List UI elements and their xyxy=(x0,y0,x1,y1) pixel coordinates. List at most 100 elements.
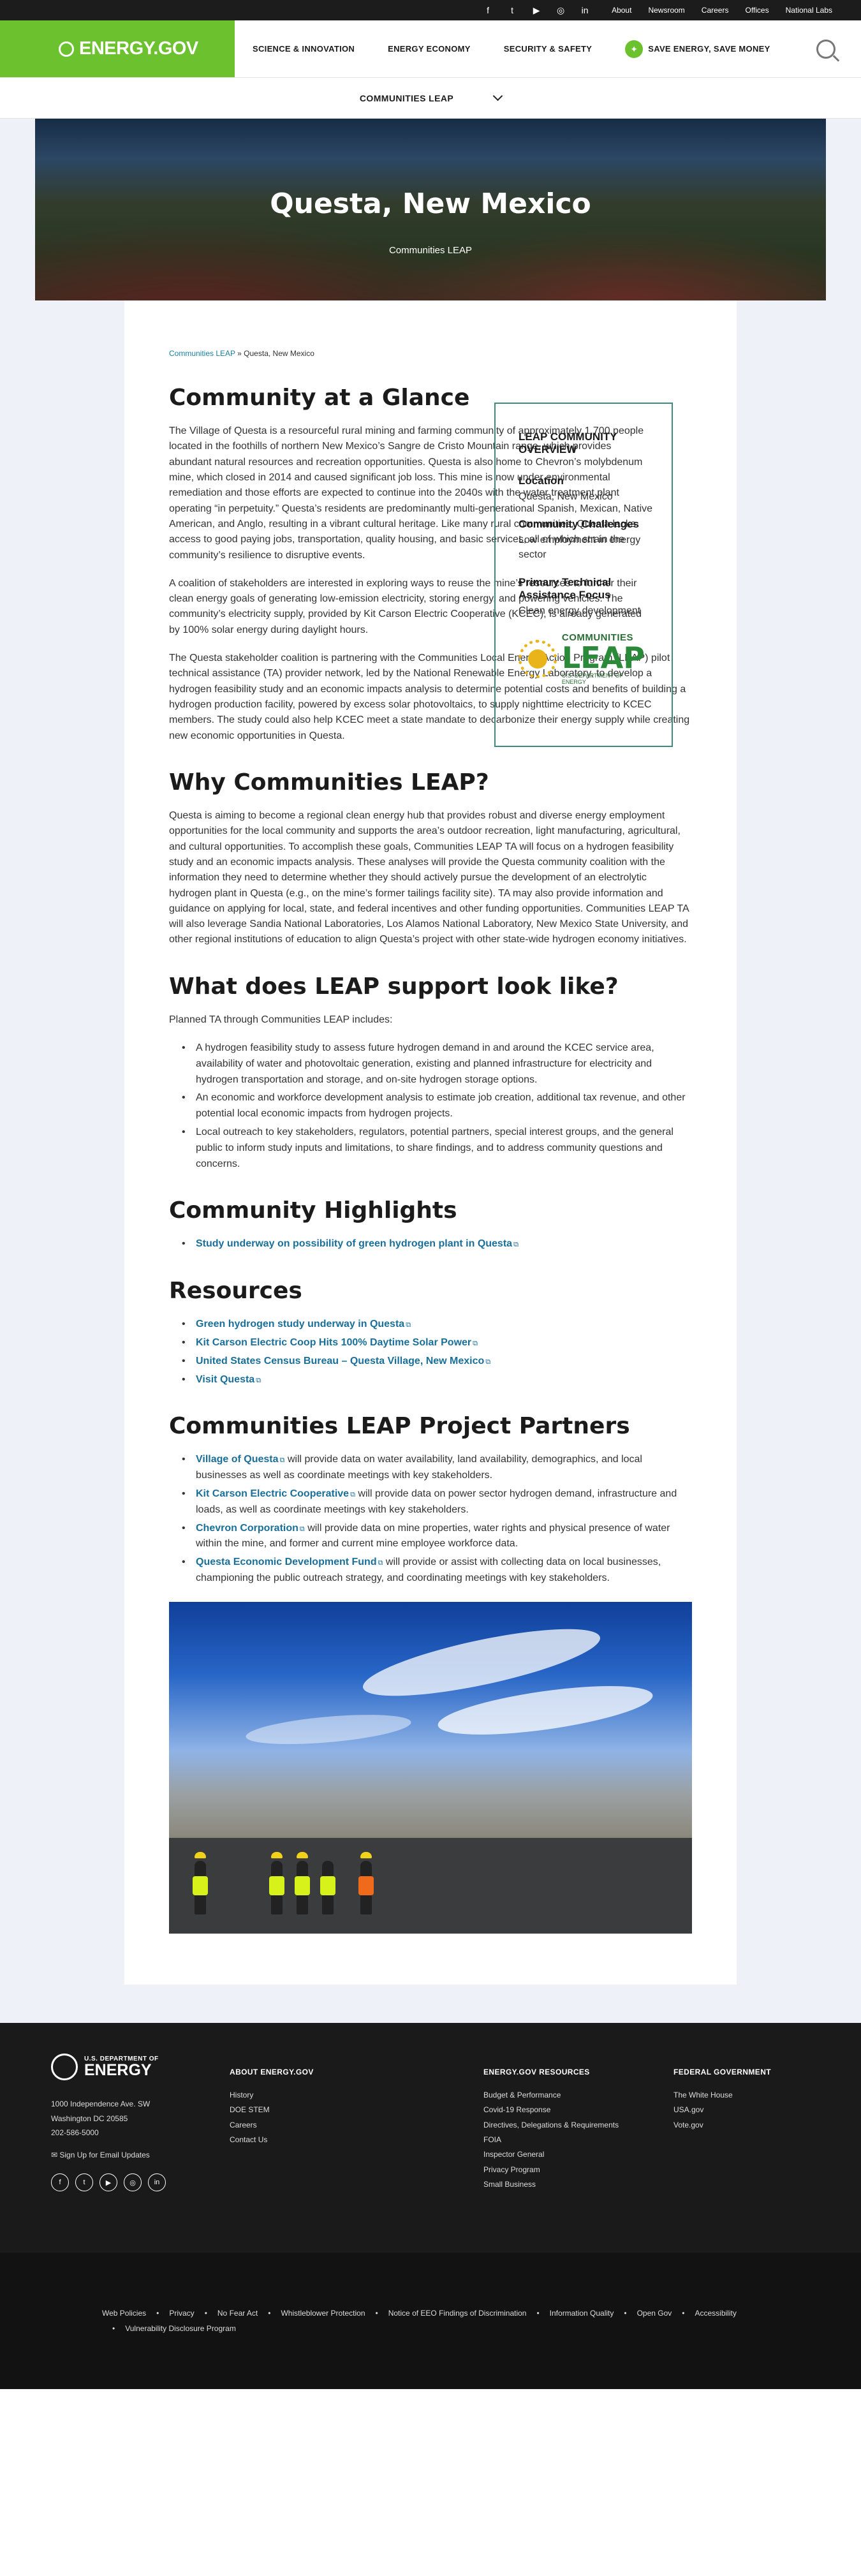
breadcrumb: Communities LEAP » Questa, New Mexico xyxy=(169,349,692,358)
save-energy-label: SAVE ENERGY, SAVE MONEY xyxy=(648,44,770,54)
footer-social-links: f t ▶ ◎ in xyxy=(51,2173,230,2192)
footer-bottom-link[interactable]: Information Quality xyxy=(550,2309,614,2318)
content-outer: Communities LEAP » Questa, New Mexico LE… xyxy=(0,300,861,2023)
footer-about-heading: ABOUT ENERGY.GOV xyxy=(230,2067,314,2076)
footer-link[interactable]: DOE STEM xyxy=(230,2105,483,2114)
list-item: Study underway on possibility of green h… xyxy=(182,1236,692,1252)
partner-link[interactable]: Kit Carson Electric Cooperative xyxy=(196,1488,349,1499)
hard-hat xyxy=(360,1851,372,1858)
nav-energy-economy[interactable]: ENERGY ECONOMY xyxy=(388,44,471,54)
youtube-icon[interactable]: ▶ xyxy=(531,5,541,16)
footer-link[interactable]: Directives, Delegations & Requirements xyxy=(483,2121,673,2129)
focus-value: Clean energy development xyxy=(519,605,641,616)
sub-nav[interactable]: COMMUNITIES LEAP xyxy=(0,78,861,119)
safety-vest xyxy=(295,1876,310,1895)
instagram-icon[interactable]: ◎ xyxy=(556,5,566,16)
util-link-national-labs[interactable]: National Labs xyxy=(786,6,832,15)
footer-link[interactable]: Small Business xyxy=(483,2180,673,2189)
address-line: Washington DC 20585 xyxy=(51,2113,128,2123)
list-item: Questa Economic Development Fund⧉ will p… xyxy=(182,1555,692,1587)
instagram-icon[interactable]: ◎ xyxy=(124,2173,142,2192)
social-links: f t ▶ ◎ in xyxy=(483,5,590,16)
linkedin-icon[interactable]: in xyxy=(580,5,590,16)
footer-bottom-link[interactable]: No Fear Act xyxy=(217,2309,258,2318)
resources-title: Resources xyxy=(169,1278,302,1305)
main-nav: SCIENCE & INNOVATION ENERGY ECONOMY SECU… xyxy=(235,20,861,77)
footer-bottom-link[interactable]: Web Policies xyxy=(102,2309,146,2318)
partner-link[interactable]: Village of Questa xyxy=(196,1454,279,1465)
youtube-icon[interactable]: ▶ xyxy=(99,2173,117,2192)
list-item: A hydrogen feasibility study to assess f… xyxy=(182,1040,692,1088)
footer-link[interactable]: Covid-19 Response xyxy=(483,2105,673,2114)
leap-logo-line3: U.S. DEPARTMENT OF ENERGY xyxy=(561,672,623,686)
linkedin-icon[interactable]: in xyxy=(148,2173,166,2192)
site-logo[interactable]: ENERGY.GOV xyxy=(0,20,235,77)
footer-link[interactable]: History xyxy=(230,2091,483,2099)
partners-title: Communities LEAP Project Partners xyxy=(169,1413,630,1440)
footer-link[interactable]: Vote.gov xyxy=(673,2121,801,2129)
breadcrumb-link[interactable]: Communities LEAP xyxy=(169,349,235,358)
footer-bottom-link[interactable]: Privacy xyxy=(169,2309,194,2318)
external-link-icon: ⧉ xyxy=(473,1340,478,1348)
logo-text: ENERGY.GOV xyxy=(79,38,198,59)
phone-number: 202-586-5000 xyxy=(51,2128,99,2138)
footer-bottom-link[interactable]: Open Gov xyxy=(637,2309,672,2318)
footer-link[interactable]: Inspector General xyxy=(483,2150,673,2159)
footer-brand-column: U.S. DEPARTMENT OF ENERGY 1000 Independe… xyxy=(51,2053,230,2227)
cloud-shape xyxy=(244,1709,413,1750)
nav-security-safety[interactable]: SECURITY & SAFETY xyxy=(504,44,592,54)
footer-bottom-link[interactable]: Whistleblower Protection xyxy=(281,2309,365,2318)
resource-link-hydrogen-study[interactable]: Green hydrogen study underway in Questa xyxy=(196,1319,404,1329)
safety-vest xyxy=(193,1876,208,1895)
facebook-icon[interactable]: f xyxy=(483,5,493,16)
resource-link-census[interactable]: United States Census Bureau – Questa Vil… xyxy=(196,1356,484,1366)
chevron-down-icon[interactable] xyxy=(492,91,503,101)
glance-section-wide: The Questa stakeholder coalition is part… xyxy=(169,651,692,1934)
twitter-icon[interactable]: t xyxy=(75,2173,93,2192)
footer-bottom-link[interactable]: Vulnerability Disclosure Program xyxy=(125,2324,236,2333)
util-link-careers[interactable]: Careers xyxy=(702,6,729,15)
list-item: Kit Carson Electric Cooperative⧉ will pr… xyxy=(182,1486,692,1518)
list-item: An economic and workforce development an… xyxy=(182,1090,692,1122)
list-item: Green hydrogen study underway in Questa⧉ xyxy=(182,1317,692,1333)
main-header: ENERGY.GOV SCIENCE & INNOVATION ENERGY E… xyxy=(0,20,861,78)
footer-logo[interactable]: U.S. DEPARTMENT OF ENERGY xyxy=(51,2053,230,2080)
nav-save-energy[interactable]: ✦ SAVE ENERGY, SAVE MONEY xyxy=(625,40,770,58)
util-link-newsroom[interactable]: Newsroom xyxy=(648,6,684,15)
facebook-icon[interactable]: f xyxy=(51,2173,69,2192)
footer-link[interactable]: USA.gov xyxy=(673,2105,801,2114)
separator-dot: • xyxy=(112,2323,115,2333)
nav-science-innovation[interactable]: SCIENCE & INNOVATION xyxy=(253,44,355,54)
footer-address: 1000 Independence Ave. SW Washington DC … xyxy=(51,2097,230,2140)
email-signup-link[interactable]: ✉ Sign Up for Email Updates xyxy=(51,2150,230,2159)
footer-link[interactable]: Careers xyxy=(230,2121,483,2129)
separator-dot: • xyxy=(156,2308,159,2318)
page-title: Questa, New Mexico xyxy=(270,188,591,220)
list-item: Village of Questa⧉ will provide data on … xyxy=(182,1452,692,1484)
highlights-list: Study underway on possibility of green h… xyxy=(182,1236,692,1252)
external-link-icon: ⧉ xyxy=(299,1525,305,1533)
breadcrumb-current: Questa, New Mexico xyxy=(244,349,314,358)
footer-bottom-link[interactable]: Accessibility xyxy=(695,2309,737,2318)
partner-link[interactable]: Chevron Corporation xyxy=(196,1523,298,1534)
hard-hat xyxy=(297,1851,308,1858)
footer-link[interactable]: FOIA xyxy=(483,2135,673,2144)
sub-nav-title: COMMUNITIES LEAP xyxy=(359,93,454,103)
resource-link-kit-carson[interactable]: Kit Carson Electric Coop Hits 100% Dayti… xyxy=(196,1337,471,1348)
footer-link[interactable]: Budget & Performance xyxy=(483,2091,673,2099)
envelope-icon: ✉ xyxy=(51,2150,60,2160)
footer-bottom-link[interactable]: Notice of EEO Findings of Discrimination xyxy=(388,2309,527,2318)
separator-dot: • xyxy=(375,2308,378,2318)
util-link-about[interactable]: About xyxy=(612,6,631,15)
resource-link-visit-questa[interactable]: Visit Questa xyxy=(196,1374,254,1385)
util-link-offices[interactable]: Offices xyxy=(745,6,769,15)
footer-link[interactable]: Contact Us xyxy=(230,2135,483,2144)
search-icon[interactable] xyxy=(816,39,835,59)
footer-link[interactable]: The White House xyxy=(673,2091,801,2099)
highlight-link[interactable]: Study underway on possibility of green h… xyxy=(196,1238,512,1249)
list-item: Visit Questa⧉ xyxy=(182,1372,692,1388)
footer-link[interactable]: Privacy Program xyxy=(483,2165,673,2174)
footer-about-column: ABOUT ENERGY.GOV History DOE STEM Career… xyxy=(230,2054,483,2227)
partner-link[interactable]: Questa Economic Development Fund xyxy=(196,1557,377,1567)
twitter-icon[interactable]: t xyxy=(507,5,517,16)
